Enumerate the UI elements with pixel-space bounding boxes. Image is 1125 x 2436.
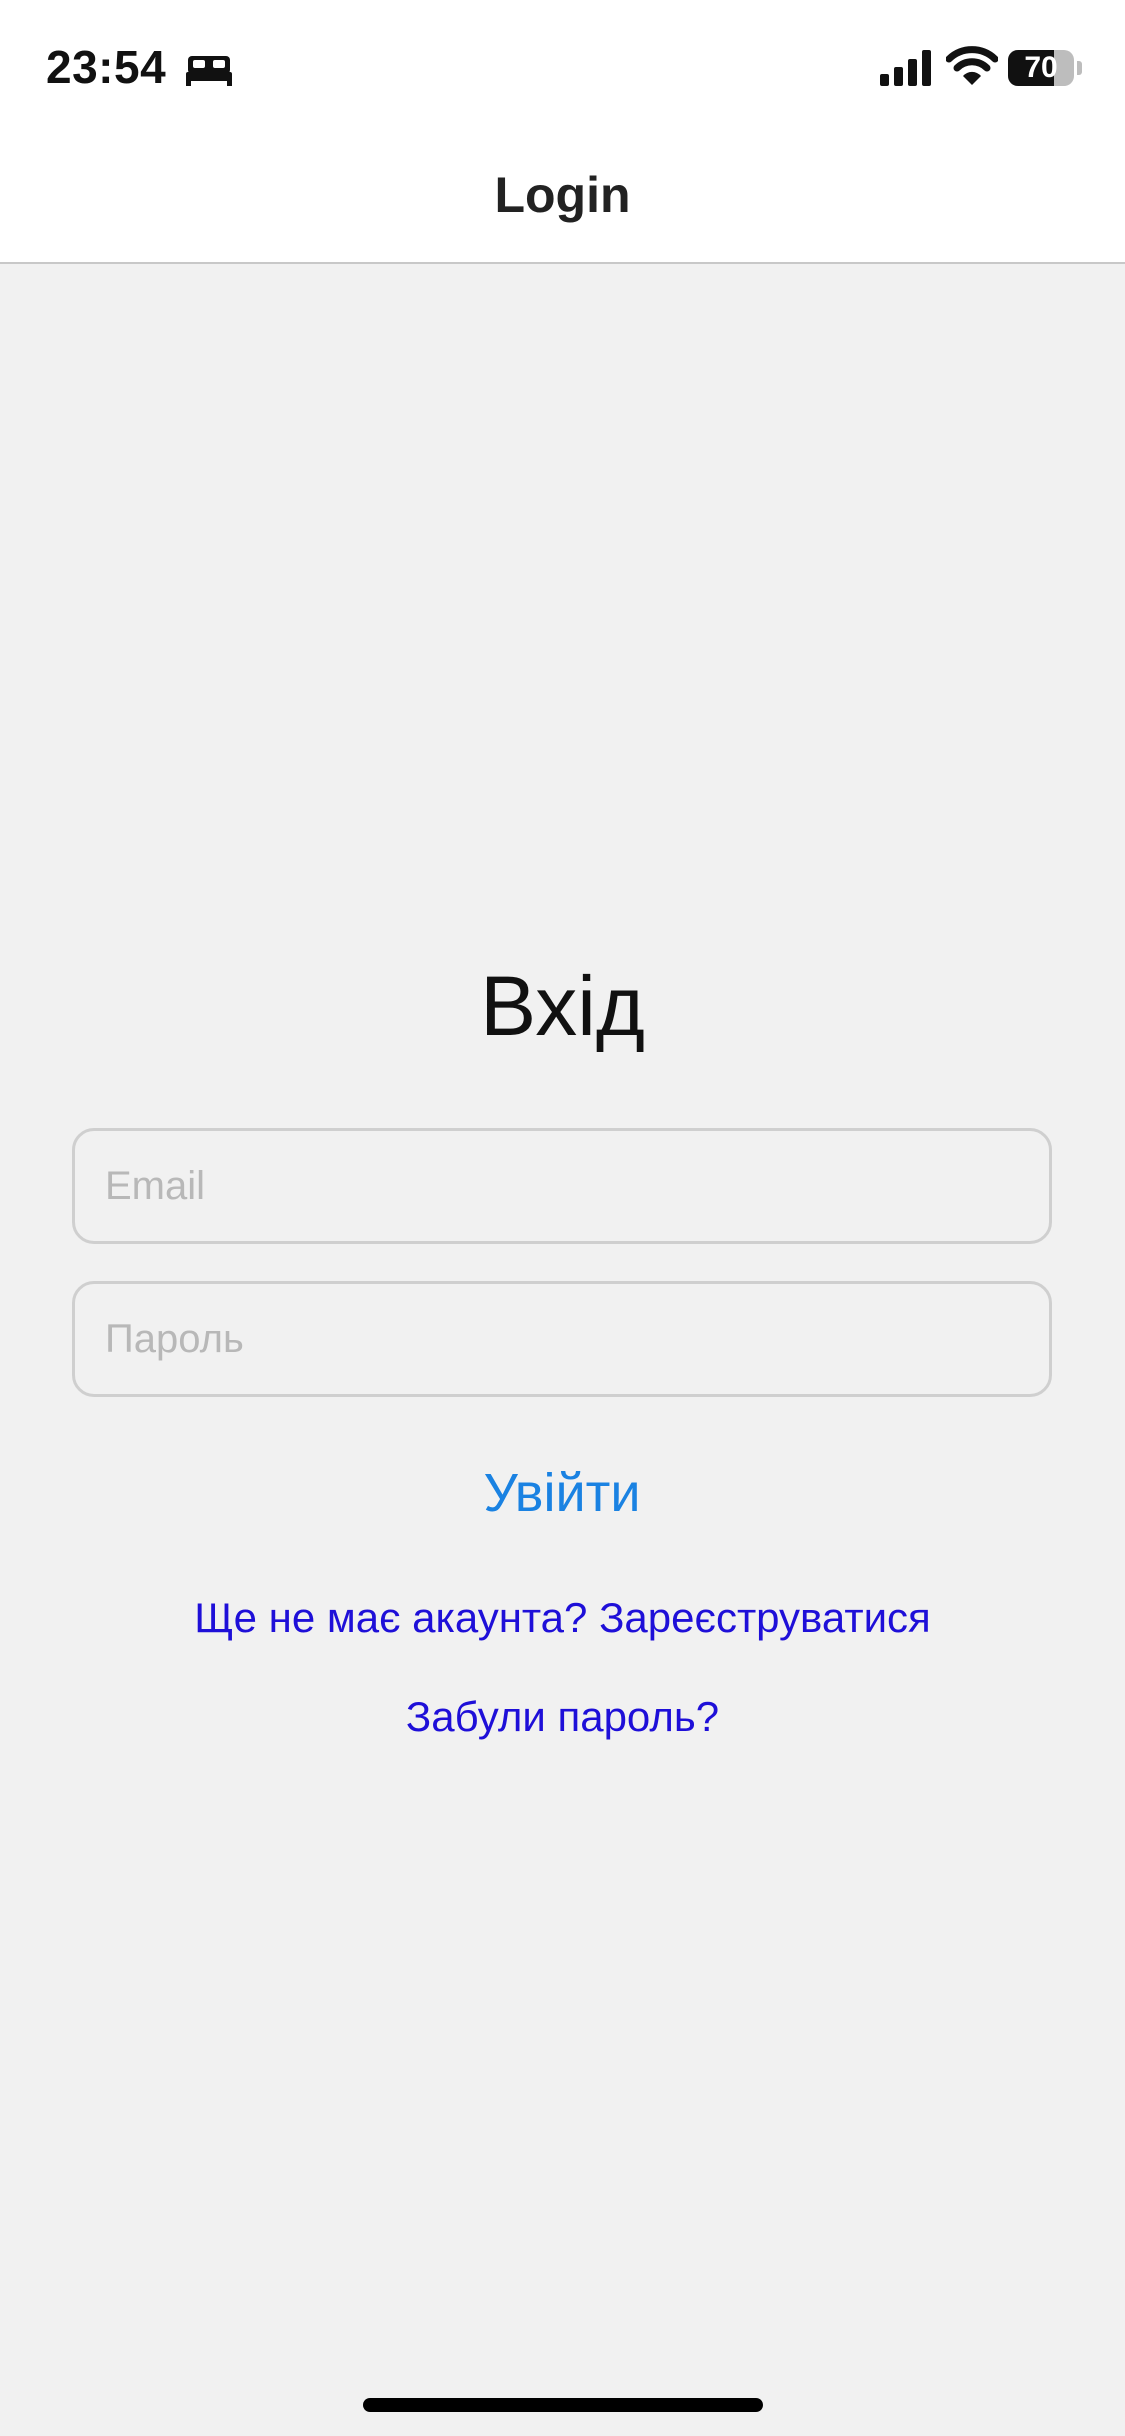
status-time: 23:54 [46, 41, 167, 93]
nav-title: Login [494, 167, 631, 223]
battery-level: 70 [1024, 51, 1058, 84]
form-title: Вхід [480, 959, 645, 1053]
password-input[interactable] [72, 1281, 1052, 1397]
forgot-password-link[interactable]: Забули пароль? [0, 1693, 1125, 1741]
battery-indicator: 70 [1008, 50, 1082, 86]
status-bar: 23:54 70 [0, 0, 1125, 140]
register-link[interactable]: Ще не має акаунта? Зареєструватися [0, 1594, 1125, 1642]
login-button[interactable]: Увійти [362, 1448, 762, 1538]
email-input[interactable] [72, 1128, 1052, 1244]
battery-cap [1077, 61, 1082, 75]
home-indicator[interactable] [363, 2398, 763, 2412]
cellular-signal-icon [880, 50, 931, 86]
bed-icon [186, 56, 232, 86]
battery-body: 70 [1008, 50, 1074, 86]
wifi-icon [946, 46, 998, 85]
top-bar: 23:54 70 Login [0, 0, 1125, 264]
